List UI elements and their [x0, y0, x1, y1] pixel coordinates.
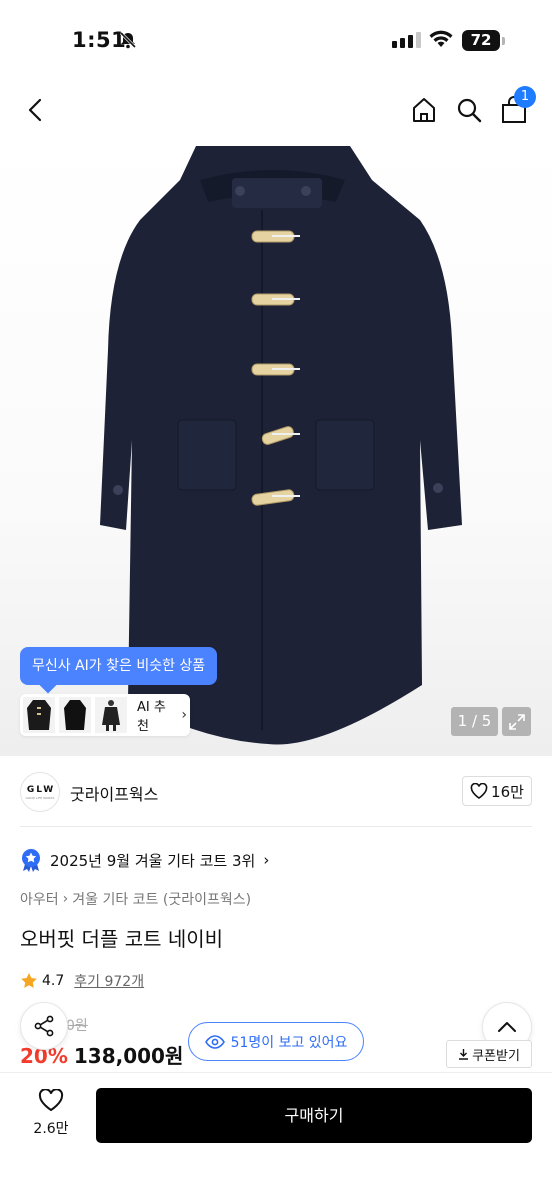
sale-price: 138,000원 — [73, 1044, 184, 1068]
chevron-up-icon — [498, 1022, 516, 1032]
bell-off-icon — [118, 30, 138, 54]
cart-count-badge: 1 — [514, 86, 536, 108]
brand-logo[interactable]: GLW GOOD LIFE WORKS — [20, 772, 60, 812]
heart-icon — [470, 783, 488, 799]
brand-row[interactable]: GLW GOOD LIFE WORKS 굿라이프웍스 16만 — [20, 772, 532, 812]
status-bar: 1:51 72 — [0, 0, 552, 80]
coupon-download-button[interactable]: 쿠폰받기 — [446, 1040, 532, 1068]
ai-thumbnail[interactable] — [23, 697, 55, 733]
ranking-text: 2025년 9월 겨울 기타 코트 3위 — [50, 851, 256, 870]
top-nav: 1 — [0, 82, 552, 140]
eye-icon — [204, 1034, 225, 1049]
search-icon — [457, 98, 482, 123]
image-page-indicator: 1 / 5 — [451, 707, 498, 736]
rating-row: 4.7 후기 972개 — [20, 971, 144, 991]
chevron-right-icon: › — [62, 891, 69, 907]
rating-value: 4.7 — [42, 973, 65, 989]
breadcrumb-item[interactable]: 아우터 — [20, 889, 59, 909]
ranking-link[interactable]: 2025년 9월 겨울 기타 코트 3위 › — [20, 848, 269, 872]
battery-tip — [502, 37, 505, 45]
viewers-count-pill: 51명이 보고 있어요 — [188, 1022, 364, 1061]
divider — [20, 826, 532, 827]
share-icon — [34, 1015, 54, 1037]
heart-icon — [38, 1089, 64, 1112]
expand-button[interactable] — [502, 707, 531, 736]
download-icon — [459, 1049, 469, 1060]
ai-recommend-label: AI 추천 — [137, 700, 166, 734]
wishlist-button[interactable]: 2.6만 — [20, 1089, 82, 1138]
product-title: 오버핏 더플 코트 네이비 — [20, 927, 224, 951]
ai-similar-tooltip[interactable]: 무신사 AI가 찾은 비슷한 상품 — [20, 647, 218, 685]
expand-icon — [508, 713, 525, 730]
battery-level: 72 — [462, 30, 500, 51]
brand-like-button[interactable]: 16만 — [462, 776, 532, 806]
brand-like-count: 16만 — [491, 782, 524, 801]
buy-button[interactable]: 구매하기 — [96, 1088, 532, 1143]
ai-recommend-card[interactable]: AI 추천 › — [20, 694, 190, 736]
wifi-icon — [428, 29, 454, 53]
brand-name[interactable]: 굿라이프웍스 — [70, 781, 158, 805]
search-button[interactable] — [449, 90, 489, 130]
share-button[interactable] — [20, 1002, 68, 1050]
cart-button[interactable]: 1 — [494, 86, 536, 130]
star-icon — [21, 973, 37, 988]
home-icon — [413, 98, 435, 122]
back-button[interactable] — [16, 90, 56, 130]
back-icon — [28, 98, 42, 122]
viewers-text: 51명이 보고 있어요 — [230, 1034, 348, 1051]
ai-thumbnail[interactable] — [95, 697, 127, 733]
original-price: 0원 — [66, 1018, 88, 1034]
wishlist-count: 2.6만 — [33, 1121, 69, 1137]
home-button[interactable] — [404, 90, 444, 130]
breadcrumb-item[interactable]: 겨울 기타 코트 (굿라이프웍스) — [72, 889, 251, 909]
breadcrumb: 아우터 › 겨울 기타 코트 (굿라이프웍스) — [20, 889, 251, 909]
rank-badge-icon — [22, 849, 40, 872]
bottom-purchase-bar: 2.6만 구매하기 — [0, 1072, 552, 1200]
chevron-right-icon: › — [181, 707, 187, 723]
coupon-label: 쿠폰받기 — [472, 1048, 520, 1064]
ai-thumbnail[interactable] — [59, 697, 91, 733]
reviews-link[interactable]: 후기 972개 — [74, 971, 144, 991]
cellular-signal-icon — [392, 32, 421, 48]
chevron-right-icon: › — [263, 851, 270, 869]
